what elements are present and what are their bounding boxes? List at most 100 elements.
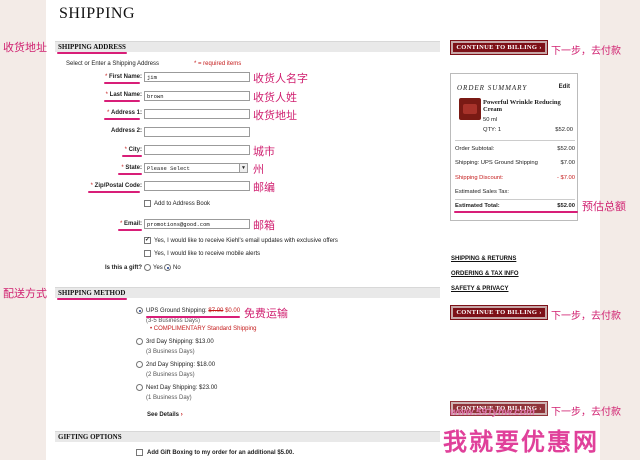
order-summary-panel: ORDER SUMMARY Edit Powerful Wrinkle Redu… <box>450 73 578 221</box>
section-title: GIFTING OPTIONS <box>58 433 122 441</box>
ordering-tax-link[interactable]: ORDERING & TAX INFO <box>451 271 519 277</box>
annotation-state: 州 <box>253 163 264 176</box>
gift-yes-label: Yes <box>153 265 163 271</box>
next-day-days: (1 Business Day) <box>146 395 192 401</box>
zip-label: * Zip/Postal Code: <box>90 183 142 189</box>
product-price: $52.00 <box>555 127 573 133</box>
annotation-method: 配送方式 <box>3 287 47 300</box>
city-label: * City: <box>124 147 142 153</box>
ups-ground-days: (3-5 Business Days) <box>146 318 201 324</box>
subtotal-row: Order Subtotal: $52.00 <box>455 146 575 152</box>
divider <box>455 199 575 200</box>
annotation-address: 收货地址 <box>3 41 47 54</box>
required-note: * = required items <box>194 61 242 67</box>
address2-field[interactable] <box>144 127 250 137</box>
annotation-address1: 收货地址 <box>253 109 297 122</box>
ups-promo: • COMPLIMENTARY Standard Shipping <box>150 326 257 332</box>
annotation-last-name: 收货人姓 <box>253 91 297 104</box>
total-row: Estimated Total: $52.00 <box>455 203 575 209</box>
third-day-label: 3rd Day Shipping: $13.00 <box>146 339 214 345</box>
first-name-field[interactable]: jim <box>144 72 250 82</box>
annotation-next-step-bottom: 下一步，去付款 <box>551 407 621 418</box>
product-size: 50 ml <box>483 117 498 123</box>
email-opt-in-checkbox[interactable]: ✓ <box>144 237 151 244</box>
add-to-address-book-checkbox[interactable] <box>144 200 151 207</box>
mobile-alerts-checkbox[interactable] <box>144 250 151 257</box>
annotation-underline <box>454 211 578 213</box>
zip-field[interactable] <box>144 181 250 191</box>
gift-box-checkbox[interactable] <box>136 449 143 456</box>
annotation-underline <box>118 229 142 231</box>
shipping-method-header: SHIPPING METHOD <box>55 287 440 298</box>
watermark-text: 我就要优惠网 <box>443 428 599 456</box>
ups-ground-radio[interactable] <box>136 307 143 314</box>
ups-old-price: $7.00 <box>208 308 224 314</box>
second-day-days: (2 Business Days) <box>146 372 195 378</box>
email-label: * Email: <box>119 221 142 227</box>
edit-order-link[interactable]: Edit <box>559 84 570 90</box>
ups-ground-label: UPS Ground Shipping: $7.00 $0.00 <box>146 308 241 314</box>
address1-field[interactable] <box>144 109 250 119</box>
annotation-underline <box>88 191 140 193</box>
state-selected-value: Please Select <box>147 165 190 172</box>
shipping-row: Shipping: UPS Ground Shipping $7.00 <box>455 160 575 166</box>
annotation-free: 免费运输 <box>244 307 288 320</box>
annotation-next-step-mid: 下一步，去付款 <box>551 311 621 322</box>
annotation-underline <box>122 155 142 157</box>
gifting-options-header: GIFTING OPTIONS <box>55 431 440 442</box>
first-name-label: * First Name: <box>104 74 142 80</box>
gift-box-label: Add Gift Boxing to my order for an addit… <box>147 450 295 456</box>
annotation-email: 邮箱 <box>253 219 275 232</box>
annotation-underline <box>118 173 142 175</box>
product-image <box>459 98 481 120</box>
gift-yes-radio[interactable] <box>144 264 151 271</box>
address1-label: * Address 1: <box>106 110 142 116</box>
shipping-returns-link[interactable]: SHIPPING & RETURNS <box>451 256 516 262</box>
gift-question-label: Is this a gift? <box>104 265 142 271</box>
second-day-radio[interactable] <box>136 361 143 368</box>
continue-to-billing-button-top[interactable]: CONTINUE TO BILLING › <box>450 40 548 55</box>
chevron-down-icon[interactable]: ▼ <box>239 164 247 172</box>
annotation-underline <box>104 100 140 102</box>
select-address-prompt: Select or Enter a Shipping Address <box>66 61 160 67</box>
watermark-url: www.591yhw.com <box>450 407 535 418</box>
gift-no-label: No <box>173 265 181 271</box>
last-name-label: * Last Name: <box>105 92 142 98</box>
section-title: SHIPPING ADDRESS <box>58 43 126 51</box>
page-title: SHIPPING <box>59 5 136 22</box>
last-name-field[interactable]: brown <box>144 91 250 101</box>
city-field[interactable] <box>144 145 250 155</box>
product-name: Powerful Wrinkle Reducing Cream <box>483 99 561 113</box>
annotation-underline <box>104 82 140 84</box>
tax-row: Estimated Sales Tax: <box>455 189 510 195</box>
email-field[interactable]: promotions@good.com <box>144 219 250 229</box>
ups-new-price: $0.00 <box>225 308 241 314</box>
mobile-alerts-label: Yes, I would like to receive mobile aler… <box>154 251 261 257</box>
next-day-radio[interactable] <box>136 384 143 391</box>
address2-label: Address 2: <box>110 128 142 134</box>
safety-privacy-link[interactable]: SAFETY & PRIVACY <box>451 286 508 292</box>
annotation-zip: 邮编 <box>253 181 275 194</box>
third-day-radio[interactable] <box>136 338 143 345</box>
add-to-address-book-label: Add to Address Book <box>154 201 211 207</box>
annotation-underline <box>146 316 240 318</box>
annotation-underline <box>57 298 127 300</box>
annotation-city: 城市 <box>253 145 275 158</box>
continue-to-billing-button-mid[interactable]: CONTINUE TO BILLING › <box>450 305 548 320</box>
gift-no-radio[interactable] <box>164 264 171 271</box>
order-summary-title: ORDER SUMMARY <box>457 84 528 92</box>
state-select[interactable]: Please Select ▼ <box>144 163 248 173</box>
chevron-right-icon: › <box>180 412 183 418</box>
state-label: * State: <box>121 165 142 171</box>
shipping-address-header: SHIPPING ADDRESS <box>55 41 440 52</box>
see-details-link[interactable]: See Details › <box>147 412 183 418</box>
third-day-days: (3 Business Days) <box>146 349 195 355</box>
section-title: SHIPPING METHOD <box>58 289 126 297</box>
discount-row: Shipping Discount: - $7.00 <box>455 175 575 181</box>
annotation-underline <box>57 52 127 54</box>
annotation-first-name: 收货人名字 <box>253 72 308 85</box>
annotation-underline <box>104 118 140 120</box>
second-day-label: 2nd Day Shipping: $18.00 <box>146 362 216 368</box>
email-opt-in-label: Yes, I would like to receive Kiehl's ema… <box>154 238 338 244</box>
divider <box>455 140 575 141</box>
